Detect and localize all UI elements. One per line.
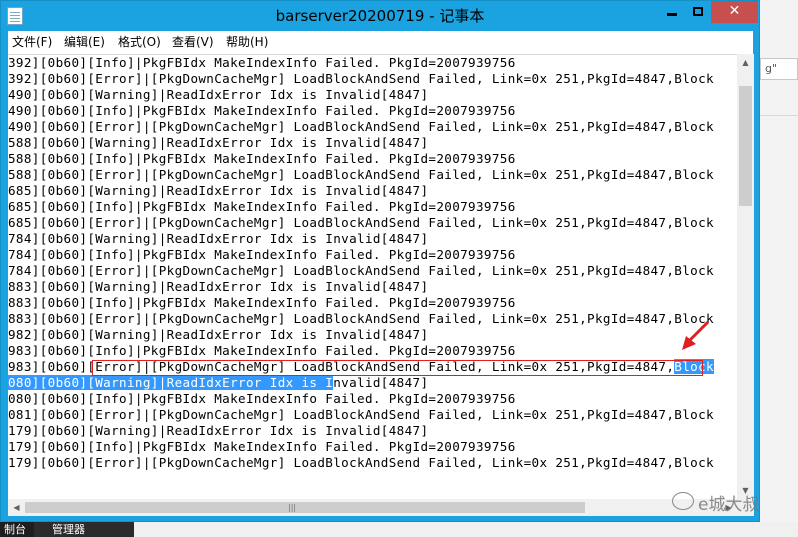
menu-file[interactable]: 文件(F) [12, 31, 52, 54]
minimize-button[interactable] [659, 1, 685, 23]
scroll-up-icon[interactable]: ▲ [737, 54, 754, 71]
text-line: 983][0b60][Info]|PkgFBIdx MakeIndexInfo … [8, 343, 516, 358]
text-line: 179][0b60][Warning]|ReadIdxError Idx is … [8, 423, 429, 438]
text-line: 685][0b60][Error]|[PkgDownCacheMgr] Load… [8, 215, 714, 230]
text-line: 685][0b60][Warning]|ReadIdxError Idx is … [8, 183, 429, 198]
menu-edit[interactable]: 编辑(E) [64, 31, 105, 54]
scroll-left-icon[interactable]: ◀ [8, 499, 25, 516]
text-editor[interactable]: 392][0b60][Info]|PkgFBIdx MakeIndexInfo … [8, 54, 737, 499]
maximize-icon [693, 6, 703, 16]
text-line: 080][0b60][Info]|PkgFBIdx MakeIndexInfo … [8, 391, 516, 406]
text-line: 982][0b60][Warning]|ReadIdxError Idx is … [8, 327, 429, 342]
text-line: 081][0b60][Error]|[PkgDownCacheMgr] Load… [8, 407, 714, 422]
text-selection-end: 080][0b60][Warning]|ReadIdxError Idx is … [8, 375, 334, 390]
text-unselected: 983][0b60][Error]|[PkgDownCacheMgr] Load… [8, 359, 675, 374]
background-window: g" [760, 0, 798, 537]
text-selection-start: Block [674, 359, 714, 374]
vertical-scrollbar[interactable]: ▲ ▼ [737, 54, 754, 499]
text-line: 883][0b60][Info]|PkgFBIdx MakeIndexInfo … [8, 295, 516, 310]
horizontal-scrollbar[interactable]: ◀ ||| ▶ [8, 499, 737, 516]
text-unselected-rest: nvalid[4847] [333, 375, 429, 390]
taskbar: 制台 管理器 [0, 522, 798, 537]
scroll-right-icon[interactable]: ▶ [720, 499, 737, 516]
text-line: 784][0b60][Info]|PkgFBIdx MakeIndexInfo … [8, 247, 516, 262]
minimize-icon [667, 12, 677, 16]
menu-format[interactable]: 格式(O) [118, 31, 161, 54]
maximize-button[interactable] [685, 1, 711, 23]
background-input-fragment: g" [760, 58, 798, 80]
grip-icon: ||| [288, 503, 297, 512]
text-line: 588][0b60][Info]|PkgFBIdx MakeIndexInfo … [8, 151, 516, 166]
vertical-scroll-thumb[interactable] [739, 86, 752, 206]
text-line: 490][0b60][Warning]|ReadIdxError Idx is … [8, 87, 429, 102]
text-line: 490][0b60][Info]|PkgFBIdx MakeIndexInfo … [8, 103, 516, 118]
text-line: 490][0b60][Error]|[PkgDownCacheMgr] Load… [8, 119, 714, 134]
horizontal-scroll-thumb[interactable] [25, 502, 585, 513]
text-line: 784][0b60][Warning]|ReadIdxError Idx is … [8, 231, 429, 246]
notepad-window: barserver20200719 - 记事本 ✕ 文件(F) 编辑(E) 格式… [0, 0, 760, 522]
background-divider [760, 115, 798, 116]
text-line: 588][0b60][Warning]|ReadIdxError Idx is … [8, 135, 429, 150]
text-line: 784][0b60][Error]|[PkgDownCacheMgr] Load… [8, 263, 714, 278]
window-title: barserver20200719 - 记事本 [275, 7, 485, 25]
text-line: 883][0b60][Warning]|ReadIdxError Idx is … [8, 279, 429, 294]
taskbar-item-console[interactable]: 制台 [0, 522, 34, 537]
text-line: 392][0b60][Info]|PkgFBIdx MakeIndexInfo … [8, 55, 516, 70]
menu-view[interactable]: 查看(V) [172, 31, 214, 54]
scrollbar-corner [737, 499, 754, 516]
title-bar[interactable]: barserver20200719 - 记事本 ✕ [1, 1, 759, 31]
text-line: 883][0b60][Error]|[PkgDownCacheMgr] Load… [8, 311, 714, 326]
text-line: 179][0b60][Error]|[PkgDownCacheMgr] Load… [8, 455, 714, 470]
text-line: 392][0b60][Error]|[PkgDownCacheMgr] Load… [8, 71, 714, 86]
menu-bar: 文件(F) 编辑(E) 格式(O) 查看(V) 帮助(H) [8, 31, 753, 54]
text-line-selected: 080][0b60][Warning]|ReadIdxError Idx is … [8, 375, 428, 391]
menu-help[interactable]: 帮助(H) [226, 31, 268, 54]
scroll-down-icon[interactable]: ▼ [737, 482, 754, 499]
close-icon: ✕ [728, 3, 741, 19]
close-button[interactable]: ✕ [711, 1, 758, 23]
taskbar-item-manager[interactable]: 管理器 [34, 522, 134, 537]
text-line: 588][0b60][Error]|[PkgDownCacheMgr] Load… [8, 167, 714, 182]
text-line-highlighted: 983][0b60][Error]|[PkgDownCacheMgr] Load… [8, 359, 714, 375]
text-line: 685][0b60][Info]|PkgFBIdx MakeIndexInfo … [8, 199, 516, 214]
text-line: 179][0b60][Info]|PkgFBIdx MakeIndexInfo … [8, 439, 516, 454]
